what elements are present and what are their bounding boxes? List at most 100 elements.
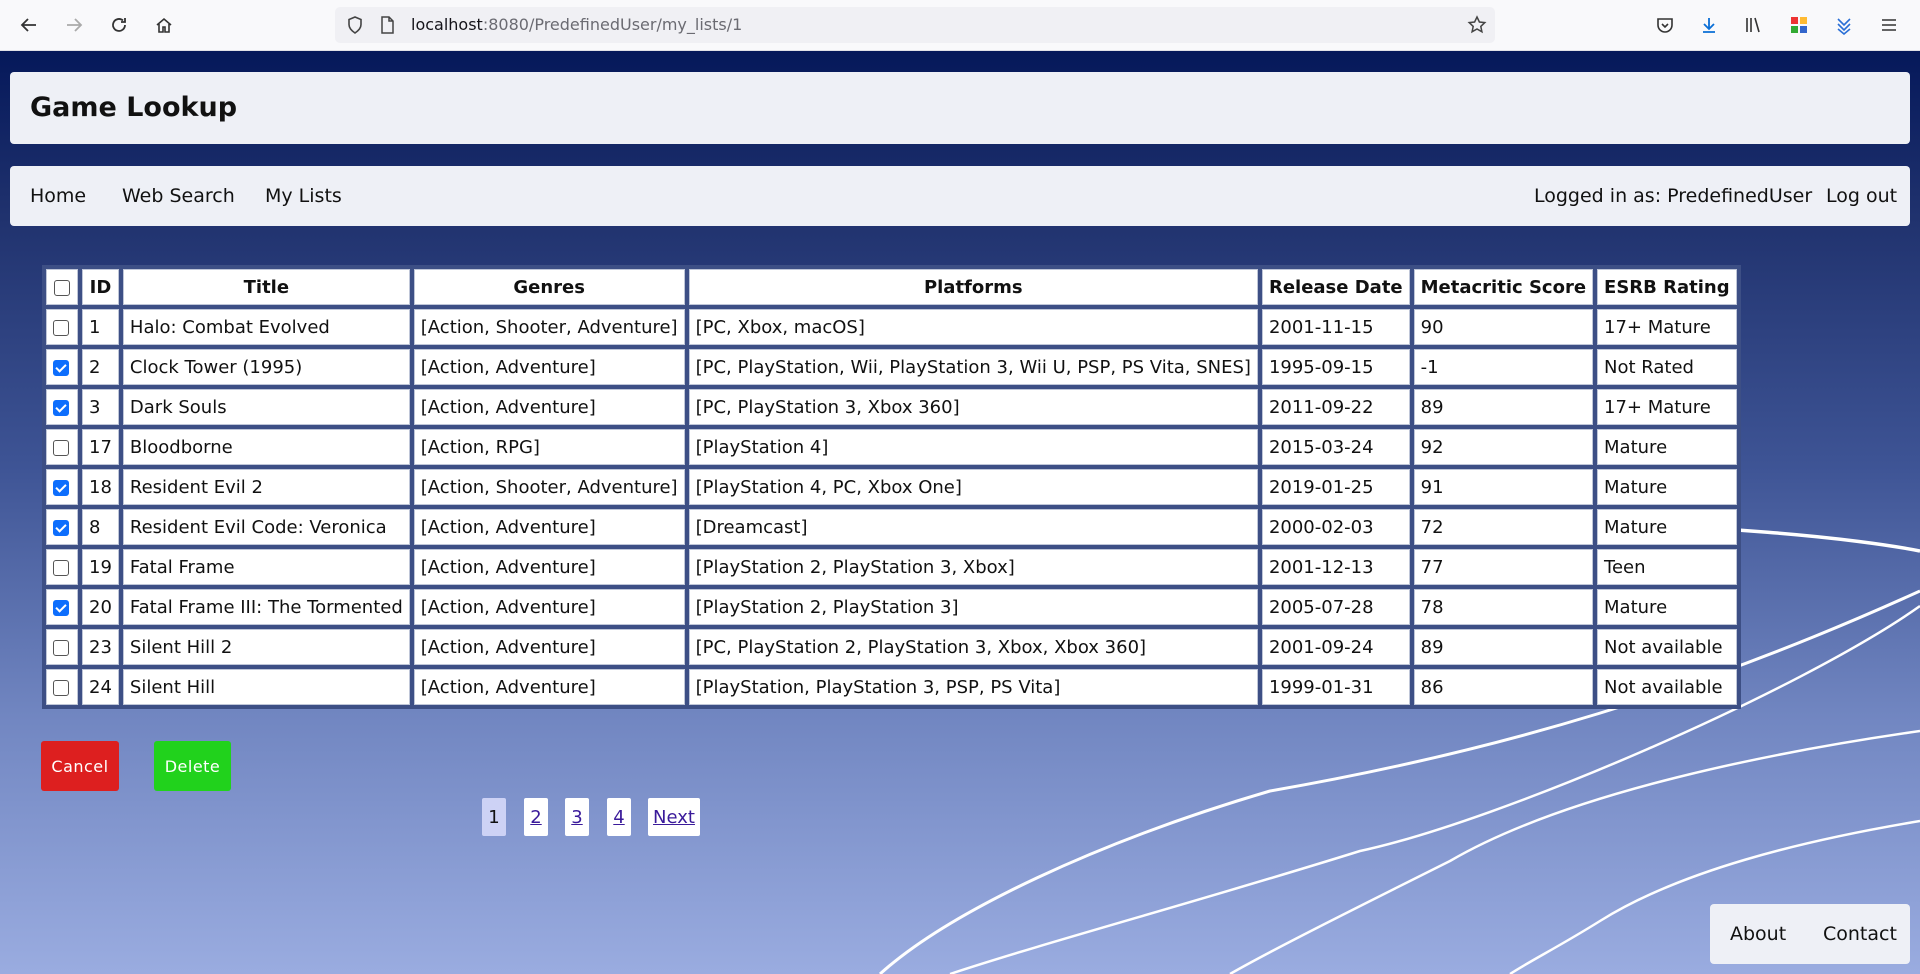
cell-genres: [Action, Shooter, Adventure]	[413, 469, 685, 505]
page-link-1[interactable]: 1	[482, 798, 506, 836]
table-row[interactable]: 17 Bloodborne [Action, RPG] [PlayStation 4]…	[46, 429, 1737, 465]
nav-web-search[interactable]: Web Search	[122, 166, 235, 226]
table-row[interactable]: 8 Resident Evil Code: Veronica [Action, Ad…	[46, 509, 1737, 545]
cell-platforms: [PlayStation 4]	[688, 429, 1258, 465]
cell-metacritic-score: 92	[1413, 429, 1594, 465]
header-esrb-rating: ESRB Rating	[1597, 269, 1737, 305]
row-select-cell	[46, 469, 78, 505]
page-link-3[interactable]: 3	[565, 798, 589, 836]
next-page-link[interactable]: Next	[648, 798, 700, 836]
cell-title: Resident Evil 2	[122, 469, 410, 505]
row-checkbox[interactable]	[53, 679, 69, 696]
cell-release-date: 2005-07-28	[1261, 589, 1410, 625]
cell-metacritic-score: -1	[1413, 349, 1594, 385]
cell-esrb-rating: 17+ Mature	[1597, 389, 1737, 425]
table-row[interactable]: 19 Fatal Frame [Action, Adventure] [PlaySta…	[46, 549, 1737, 585]
cell-metacritic-score: 90	[1413, 309, 1594, 345]
page-link-4[interactable]: 4	[607, 798, 631, 836]
table-body: 1 Halo: Combat Evolved [Action, Shooter, A…	[46, 309, 1737, 705]
cell-release-date: 2001-12-13	[1261, 549, 1410, 585]
row-checkbox[interactable]	[53, 639, 69, 656]
extension-icon[interactable]	[1784, 10, 1814, 40]
url-text[interactable]: localhost:8080/PredefinedUser/my_lists/1	[411, 7, 742, 43]
cell-genres: [Action, Adventure]	[413, 389, 685, 425]
cell-release-date: 1995-09-15	[1261, 349, 1410, 385]
cell-genres: [Action, Adventure]	[413, 549, 685, 585]
header-title: Title	[122, 269, 410, 305]
row-select-cell	[46, 669, 78, 705]
site-title[interactable]: Game Lookup	[30, 72, 237, 144]
row-checkbox[interactable]	[53, 439, 69, 456]
footer-contact[interactable]: Contact	[1823, 904, 1897, 964]
row-checkbox[interactable]	[53, 359, 69, 376]
footer: About Contact	[1710, 904, 1910, 964]
row-select-cell	[46, 389, 78, 425]
table-row[interactable]: 2 Clock Tower (1995) [Action, Adventure] [P…	[46, 349, 1737, 385]
table-row[interactable]: 18 Resident Evil 2 [Action, Shooter, Adven…	[46, 469, 1737, 505]
sync-icon[interactable]	[1829, 10, 1859, 40]
cell-platforms: [PlayStation 4, PC, Xbox One]	[688, 469, 1258, 505]
bookmark-star-icon[interactable]	[1467, 15, 1487, 35]
nav-home[interactable]: Home	[30, 166, 86, 226]
logged-in-user[interactable]: Logged in as: PredefinedUser	[1534, 166, 1812, 226]
cell-title: Clock Tower (1995)	[122, 349, 410, 385]
cell-id: 19	[82, 549, 119, 585]
cell-metacritic-score: 72	[1413, 509, 1594, 545]
row-checkbox[interactable]	[53, 399, 69, 416]
cancel-button[interactable]: Cancel	[41, 741, 119, 791]
pocket-icon[interactable]	[1650, 10, 1680, 40]
cell-title: Dark Souls	[122, 389, 410, 425]
nav-logout[interactable]: Log out	[1826, 166, 1897, 226]
cell-genres: [Action, Shooter, Adventure]	[413, 309, 685, 345]
table-row[interactable]: 1 Halo: Combat Evolved [Action, Shooter, A…	[46, 309, 1737, 345]
page-link-2[interactable]: 2	[524, 798, 548, 836]
library-icon[interactable]	[1738, 10, 1768, 40]
cell-platforms: [PlayStation, PlayStation 3, PSP, PS Vit…	[688, 669, 1258, 705]
table-header-row: ID Title Genres Platforms Release Date Metacr…	[46, 269, 1737, 305]
table-row[interactable]: 3 Dark Souls [Action, Adventure] [PC, PlayS…	[46, 389, 1737, 425]
cell-metacritic-score: 78	[1413, 589, 1594, 625]
menu-icon[interactable]	[1874, 10, 1904, 40]
cell-id: 18	[82, 469, 119, 505]
cell-esrb-rating: Mature	[1597, 429, 1737, 465]
select-all-checkbox[interactable]	[54, 279, 70, 296]
table-row[interactable]: 20 Fatal Frame III: The Tormented [Action,…	[46, 589, 1737, 625]
row-checkbox[interactable]	[53, 559, 69, 576]
table-row[interactable]: 24 Silent Hill [Action, Adventure] [PlaySta…	[46, 669, 1737, 705]
cell-genres: [Action, Adventure]	[413, 669, 685, 705]
cell-esrb-rating: Not Rated	[1597, 349, 1737, 385]
cell-genres: [Action, Adventure]	[413, 589, 685, 625]
delete-button[interactable]: Delete	[154, 741, 231, 791]
cell-metacritic-score: 89	[1413, 629, 1594, 665]
row-select-cell	[46, 589, 78, 625]
cell-platforms: [PC, PlayStation 2, PlayStation 3, Xbox,…	[688, 629, 1258, 665]
cell-title: Halo: Combat Evolved	[122, 309, 410, 345]
row-checkbox[interactable]	[53, 599, 69, 616]
home-icon[interactable]	[149, 10, 179, 40]
row-select-cell	[46, 549, 78, 585]
cell-esrb-rating: Mature	[1597, 469, 1737, 505]
cell-metacritic-score: 77	[1413, 549, 1594, 585]
forward-icon[interactable]	[59, 10, 89, 40]
footer-about[interactable]: About	[1730, 904, 1786, 964]
cell-id: 20	[82, 589, 119, 625]
nav-my-lists[interactable]: My Lists	[265, 166, 342, 226]
shield-icon[interactable]	[345, 15, 365, 35]
downloads-icon[interactable]	[1694, 10, 1724, 40]
back-icon[interactable]	[14, 10, 44, 40]
row-checkbox[interactable]	[53, 519, 69, 536]
cell-title: Fatal Frame III: The Tormented	[122, 589, 410, 625]
row-select-cell	[46, 509, 78, 545]
games-table-wrap: ID Title Genres Platforms Release Date Metacr…	[42, 265, 1741, 709]
cell-id: 23	[82, 629, 119, 665]
table-row[interactable]: 23 Silent Hill 2 [Action, Adventure] [PC, P…	[46, 629, 1737, 665]
url-bar[interactable]: localhost:8080/PredefinedUser/my_lists/1	[335, 7, 1495, 43]
cell-platforms: [PC, PlayStation, Wii, PlayStation 3, Wi…	[688, 349, 1258, 385]
row-checkbox[interactable]	[53, 479, 69, 496]
cell-id: 3	[82, 389, 119, 425]
header-genres: Genres	[413, 269, 685, 305]
cell-title: Fatal Frame	[122, 549, 410, 585]
reload-icon[interactable]	[104, 10, 134, 40]
cell-genres: [Action, Adventure]	[413, 629, 685, 665]
row-checkbox[interactable]	[53, 319, 69, 336]
